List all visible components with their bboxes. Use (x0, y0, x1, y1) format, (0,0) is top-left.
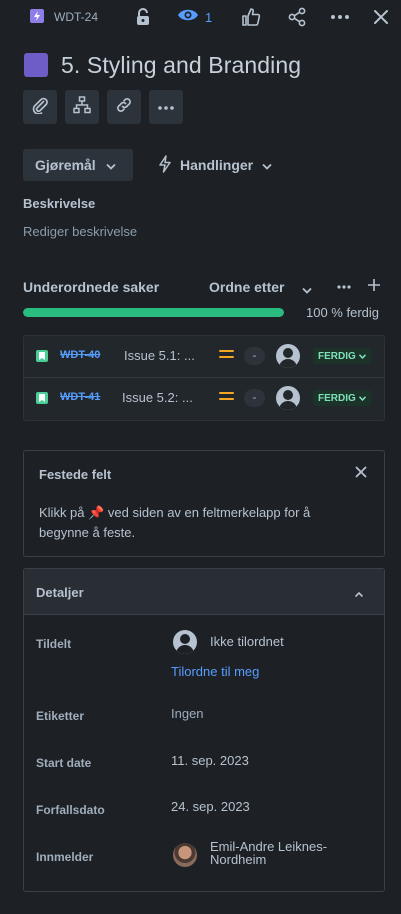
link-issue-button[interactable] (107, 90, 141, 124)
chevron-down-icon (358, 393, 366, 404)
child-issue-summary[interactable]: Issue 5.2: ... (122, 390, 193, 405)
epic-icon (24, 53, 48, 77)
chevron-up-icon[interactable] (354, 585, 364, 603)
reporter-value[interactable]: Emil-Andre Leiknes-Nordheim (210, 840, 360, 866)
link-icon (115, 96, 133, 119)
chevron-down-icon (106, 157, 116, 173)
hierarchy-icon (73, 95, 91, 119)
due-date-label: Forfallsdato (36, 803, 105, 817)
due-date-value[interactable]: 24. sep. 2023 (171, 799, 250, 814)
actions-dropdown[interactable]: Handlinger (158, 149, 272, 181)
child-issue-button[interactable] (65, 90, 99, 124)
sort-button[interactable]: Ordne etter (209, 279, 284, 295)
lightning-outline-icon (158, 154, 172, 176)
estimate-badge: - (244, 389, 265, 407)
title-row: 5. Styling and Branding (24, 48, 301, 82)
chevron-down-icon (358, 351, 366, 362)
attachment-button[interactable] (23, 90, 57, 124)
child-issues-list: WDT-40 Issue 5.1: ... - FERDIG WDT-41 Is… (23, 335, 385, 421)
child-issue-key[interactable]: WDT-41 (60, 391, 100, 403)
status-dropdown[interactable]: Gjøremål (23, 149, 133, 181)
lightning-icon[interactable] (30, 9, 44, 23)
eye-icon (177, 7, 199, 28)
priority-medium-icon (219, 350, 234, 362)
attachment-icon (31, 96, 49, 119)
close-icon[interactable] (373, 6, 389, 28)
story-icon (36, 350, 48, 362)
details-panel: Detaljer Tildelt Ikke tilordnet Tilordne… (23, 568, 385, 892)
status-label: Gjøremål (35, 157, 96, 173)
start-date-label: Start date (36, 756, 92, 770)
progress-text: 100 % ferdig (306, 305, 379, 320)
status-badge[interactable]: FERDIG (313, 348, 371, 364)
more-actions-button[interactable] (149, 90, 183, 124)
list-item[interactable]: WDT-41 Issue 5.2: ... - FERDIG (24, 377, 384, 418)
avatar[interactable] (276, 386, 300, 410)
watch-button[interactable]: 1 (177, 6, 212, 28)
list-item[interactable]: WDT-40 Issue 5.1: ... - FERDIG (24, 336, 384, 377)
avatar (173, 630, 197, 654)
labels-label: Etiketter (36, 709, 85, 723)
child-issues-header: Underordnede saker Ordne etter (23, 279, 383, 297)
chevron-down-icon[interactable] (302, 281, 312, 299)
watch-count: 1 (205, 9, 213, 25)
status-badge-label: FERDIG (318, 392, 356, 404)
assignee-value[interactable]: Ikke tilordnet (210, 634, 284, 649)
close-icon[interactable] (355, 465, 367, 483)
quick-actions (23, 90, 183, 124)
description-editor[interactable]: Rediger beskrivelse (23, 224, 137, 239)
issue-key-link[interactable]: WDT-24 (54, 10, 98, 24)
pinned-fields-panel: Festede felt Klikk på 📌 ved siden av en … (23, 450, 385, 557)
unlock-icon[interactable] (135, 6, 151, 28)
more-icon[interactable] (330, 6, 350, 28)
progress-fill (23, 308, 284, 317)
details-title: Detaljer (36, 585, 84, 600)
chevron-down-icon (262, 157, 272, 173)
actions-label: Handlinger (180, 157, 254, 173)
status-badge[interactable]: FERDIG (313, 390, 371, 406)
description-heading: Beskrivelse (23, 196, 96, 211)
pinned-fields-hint: Klikk på 📌 ved siden av en feltmerkelapp… (39, 505, 311, 540)
story-icon (36, 392, 48, 404)
top-bar: WDT-24 1 (0, 0, 401, 34)
labels-value[interactable]: Ingen (171, 706, 204, 721)
details-header[interactable]: Detaljer (24, 569, 384, 615)
reporter-label: Innmelder (36, 850, 94, 864)
more-icon (157, 98, 175, 116)
assignee-label: Tildelt (36, 637, 72, 651)
progress-bar (23, 308, 284, 317)
child-issue-key[interactable]: WDT-40 (60, 349, 100, 361)
estimate-badge: - (244, 347, 265, 365)
share-icon[interactable] (287, 6, 307, 28)
thumbs-up-icon[interactable] (241, 6, 261, 28)
avatar (173, 843, 197, 867)
priority-medium-icon (219, 392, 234, 404)
status-badge-label: FERDIG (318, 350, 356, 362)
start-date-value[interactable]: 11. sep. 2023 (171, 753, 249, 768)
avatar[interactable] (276, 344, 300, 368)
page-title[interactable]: 5. Styling and Branding (61, 52, 301, 79)
more-icon[interactable] (336, 279, 352, 300)
pinned-fields-title: Festede felt (39, 467, 112, 482)
add-icon[interactable] (366, 277, 382, 298)
child-issue-summary[interactable]: Issue 5.1: ... (124, 348, 195, 363)
assign-to-me-link[interactable]: Tilordne til meg (171, 664, 259, 679)
child-issues-title: Underordnede saker (23, 279, 160, 295)
